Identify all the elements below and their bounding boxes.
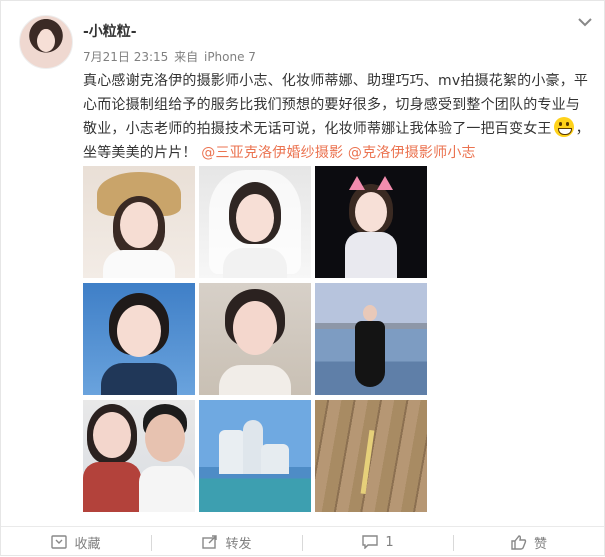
like-button[interactable]: 赞 (454, 527, 604, 557)
post-source[interactable]: iPhone 7 (204, 50, 256, 64)
source-prefix: 来自 (174, 50, 199, 64)
post-line-4: 坐等美美的片片！ @三亚克洛伊婚纱摄影 @克洛伊摄影师小志 (83, 141, 593, 165)
comment-button[interactable]: 1 (303, 527, 453, 557)
post-time[interactable]: 7月21日 23:15 (83, 50, 168, 64)
post-line-3: 敬业，小志老师的拍摄技术无话可说，化妆师蒂娜让我体验了一把百变女王 ， (83, 117, 593, 141)
favorite-label: 收藏 (74, 536, 101, 552)
post-line-2: 心而论摄制组给予的服务比我们预想的要好很多，切身感受到整个团队的专业与 (83, 97, 580, 113)
photo-5[interactable] (199, 283, 311, 395)
user-avatar[interactable] (19, 15, 73, 69)
favorite-button[interactable]: 收藏 (1, 527, 151, 557)
weibo-post-card: -小粒粒- 7月21日 23:15 来自 iPhone 7 真心感谢克洛伊的摄影… (0, 0, 605, 556)
repost-button[interactable]: 转发 (152, 527, 302, 557)
post-line-3-end: ， (575, 121, 590, 137)
photo-3[interactable] (315, 166, 427, 278)
photo-8[interactable] (199, 400, 311, 512)
user-nickname[interactable]: -小粒粒- (83, 21, 137, 41)
photo-2[interactable] (199, 166, 311, 278)
thumbs-up-icon (511, 534, 527, 550)
share-icon (202, 535, 218, 549)
grin-emoji-icon (553, 117, 574, 137)
avatar-face (37, 30, 55, 52)
photo-4[interactable] (83, 283, 195, 395)
mention-photographer-link[interactable]: @克洛伊摄影师小志 (348, 145, 476, 161)
post-line-4-text: 坐等美美的片片！ (83, 145, 197, 161)
bookmark-icon (51, 535, 68, 549)
post-line-3-text: 敬业，小志老师的拍摄技术无话可说，化妆师蒂娜让我体验了一把百变女王 (83, 121, 552, 137)
post-text: 真心感谢克洛伊的摄影师小志、化妆师蒂娜、助理巧巧、mv拍摄花絮的小豪，平 心而论… (83, 69, 593, 165)
post-meta: 7月21日 23:15 来自 iPhone 7 (83, 48, 258, 65)
chevron-down-icon[interactable] (577, 16, 593, 28)
mention-studio-link[interactable]: @三亚克洛伊婚纱摄影 (201, 145, 343, 161)
action-bar: 收藏 转发 1 赞 (1, 526, 604, 557)
photo-6[interactable] (315, 283, 427, 395)
photo-1[interactable] (83, 166, 195, 278)
post-line-1: 真心感谢克洛伊的摄影师小志、化妆师蒂娜、助理巧巧、mv拍摄花絮的小豪，平 (83, 73, 589, 89)
photo-9[interactable] (315, 400, 427, 512)
comment-icon (362, 535, 379, 549)
photo-7[interactable] (83, 400, 195, 512)
like-label: 赞 (533, 536, 547, 552)
comment-count: 1 (385, 534, 394, 550)
repost-label: 转发 (225, 536, 252, 552)
